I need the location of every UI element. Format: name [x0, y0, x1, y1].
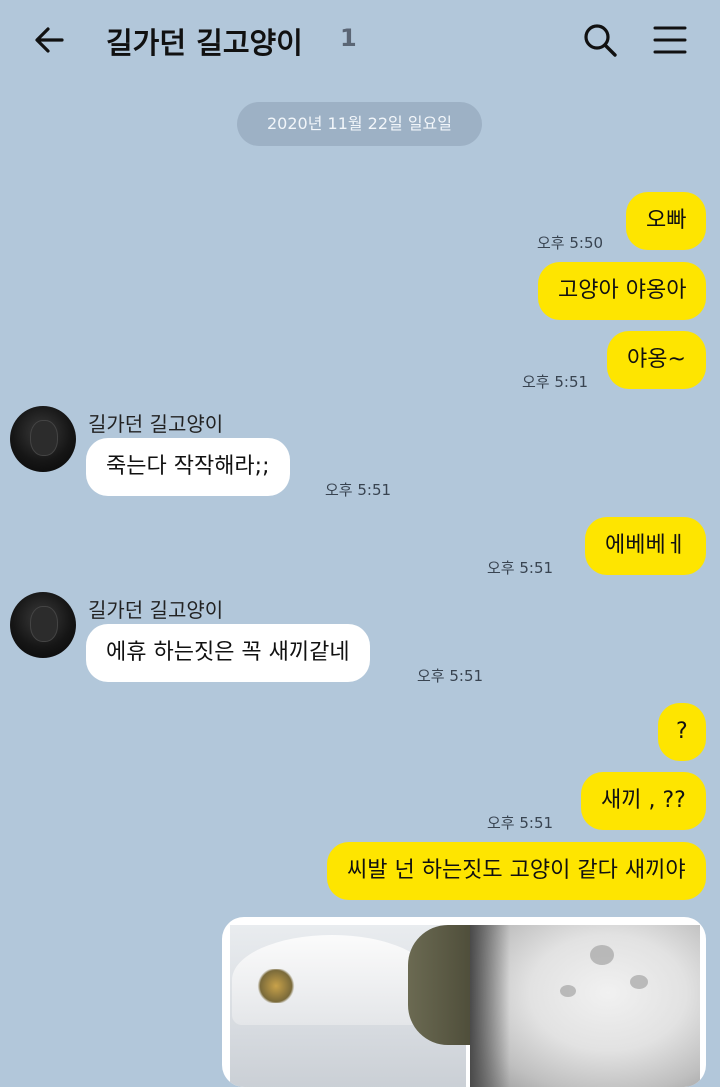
contact-avatar[interactable] — [10, 406, 76, 472]
chat-title: 길가던 길고양이 — [106, 26, 303, 60]
message-bubble-theirs[interactable]: 에휴 하는짓은 꼭 새끼같네 — [86, 624, 370, 682]
avatar-face-shape — [30, 420, 58, 456]
message-time: 오후 5:51 — [522, 373, 589, 391]
image-message[interactable] — [222, 917, 706, 1087]
fur-spot — [630, 975, 648, 989]
search-button[interactable] — [578, 18, 622, 62]
fur-spot — [560, 985, 576, 997]
message-time: 오후 5:50 — [537, 234, 604, 252]
photo-shadow — [470, 925, 510, 1087]
photo-cat-fur — [470, 925, 700, 1087]
date-divider: 2020년 11월 22일 일요일 — [237, 102, 482, 146]
cap-logo-shape — [256, 969, 296, 1003]
message-bubble-mine[interactable]: ? — [658, 703, 706, 761]
contact-avatar[interactable] — [10, 592, 76, 658]
menu-button[interactable] — [648, 18, 692, 62]
fur-spot — [590, 945, 614, 965]
sender-name: 길가던 길고양이 — [88, 598, 224, 622]
message-bubble-mine[interactable]: 야옹~ — [607, 331, 706, 389]
avatar-face-shape — [30, 606, 58, 642]
message-bubble-mine[interactable]: 오빠 — [626, 192, 707, 250]
sender-name: 길가던 길고양이 — [88, 412, 224, 436]
message-bubble-theirs[interactable]: 죽는다 작작해라;; — [86, 438, 290, 496]
message-bubble-mine[interactable]: 새끼 , ?? — [581, 772, 706, 830]
message-time: 오후 5:51 — [487, 814, 554, 832]
message-time: 오후 5:51 — [325, 481, 392, 499]
message-bubble-mine[interactable]: 고양아 야옹아 — [538, 262, 707, 320]
member-count: 1 — [340, 24, 357, 52]
message-bubble-mine[interactable]: 씨발 넌 하는짓도 고양이 같다 새끼야 — [327, 842, 706, 900]
arrow-left-icon — [35, 27, 64, 53]
hamburger-menu-icon — [653, 26, 687, 54]
message-time: 오후 5:51 — [487, 559, 554, 577]
chat-header: 길가던 길고양이 1 — [0, 0, 720, 80]
second-hat-shape — [408, 925, 478, 1045]
search-icon — [584, 24, 617, 57]
back-button[interactable] — [28, 18, 72, 62]
photo-person-with-cap — [230, 925, 478, 1087]
message-time: 오후 5:51 — [417, 667, 484, 685]
message-bubble-mine[interactable]: 에베베ㅔ — [585, 517, 706, 575]
